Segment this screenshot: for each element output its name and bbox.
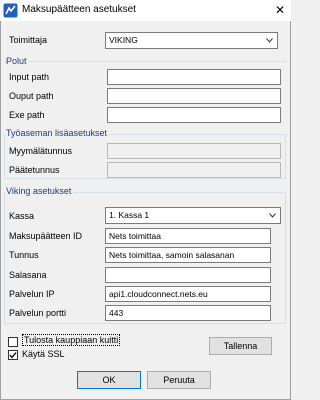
print-receipt-checkbox[interactable] [8, 337, 18, 347]
input-path-label: Input path [9, 72, 50, 82]
store-id-field[interactable] [107, 143, 281, 159]
ok-button[interactable]: OK [77, 371, 141, 389]
register-select[interactable]: 1. Kassa 1 [105, 207, 281, 224]
password-field[interactable] [105, 267, 271, 283]
print-receipt-label[interactable]: Tulosta kauppiaan kuitti [22, 334, 121, 346]
exe-path-label: Exe path [9, 110, 45, 120]
password-label: Salasana [9, 270, 47, 280]
viking-group-title: Viking asetukset [6, 186, 74, 196]
app-icon [3, 3, 18, 18]
provider-label: Toimittaja [9, 35, 48, 45]
close-icon[interactable]: ✕ [271, 1, 289, 19]
cancel-button[interactable]: Peruuta [147, 371, 211, 389]
output-path-label: Ouput path [9, 91, 54, 101]
service-port-label: Palvelun portti [9, 308, 67, 318]
service-ip-label: Palvelun IP [9, 289, 55, 299]
username-label: Tunnus [9, 250, 39, 260]
window-title: Maksupäätteen asetukset [22, 4, 136, 15]
input-path-field[interactable] [107, 69, 281, 85]
register-value: 1. Kassa 1 [109, 210, 150, 220]
chevron-down-icon [269, 213, 276, 218]
chevron-down-icon [266, 38, 273, 43]
use-ssl-label: Käytä SSL [22, 349, 65, 359]
paths-group-line [4, 61, 286, 62]
output-path-field[interactable] [107, 88, 281, 104]
service-port-field[interactable]: 443 [105, 305, 271, 321]
use-ssl-checkbox[interactable] [8, 350, 18, 360]
terminal-id-ws-field[interactable] [107, 162, 281, 178]
save-button[interactable]: Tallenna [209, 337, 272, 355]
store-id-label: Myymälätunnus [9, 146, 73, 156]
terminal-id-ws-label: Päätetunnus [9, 165, 60, 175]
register-label: Kassa [9, 211, 35, 221]
terminal-id-field[interactable]: Nets toimittaa [105, 228, 271, 244]
paths-group-title: Polut [6, 56, 29, 66]
provider-select[interactable]: VIKING [105, 32, 278, 49]
workstation-group-title: Työaseman lisäasetukset [6, 128, 110, 138]
username-field[interactable]: Nets toimittaa, samoin salasanan [105, 247, 271, 263]
exe-path-field[interactable] [107, 107, 281, 123]
checkmark-icon [9, 352, 17, 359]
provider-value: VIKING [109, 35, 138, 45]
terminal-id-label: Maksupäätteen ID [9, 231, 83, 241]
service-ip-field[interactable]: api1.cloudconnect.nets.eu [105, 286, 271, 302]
